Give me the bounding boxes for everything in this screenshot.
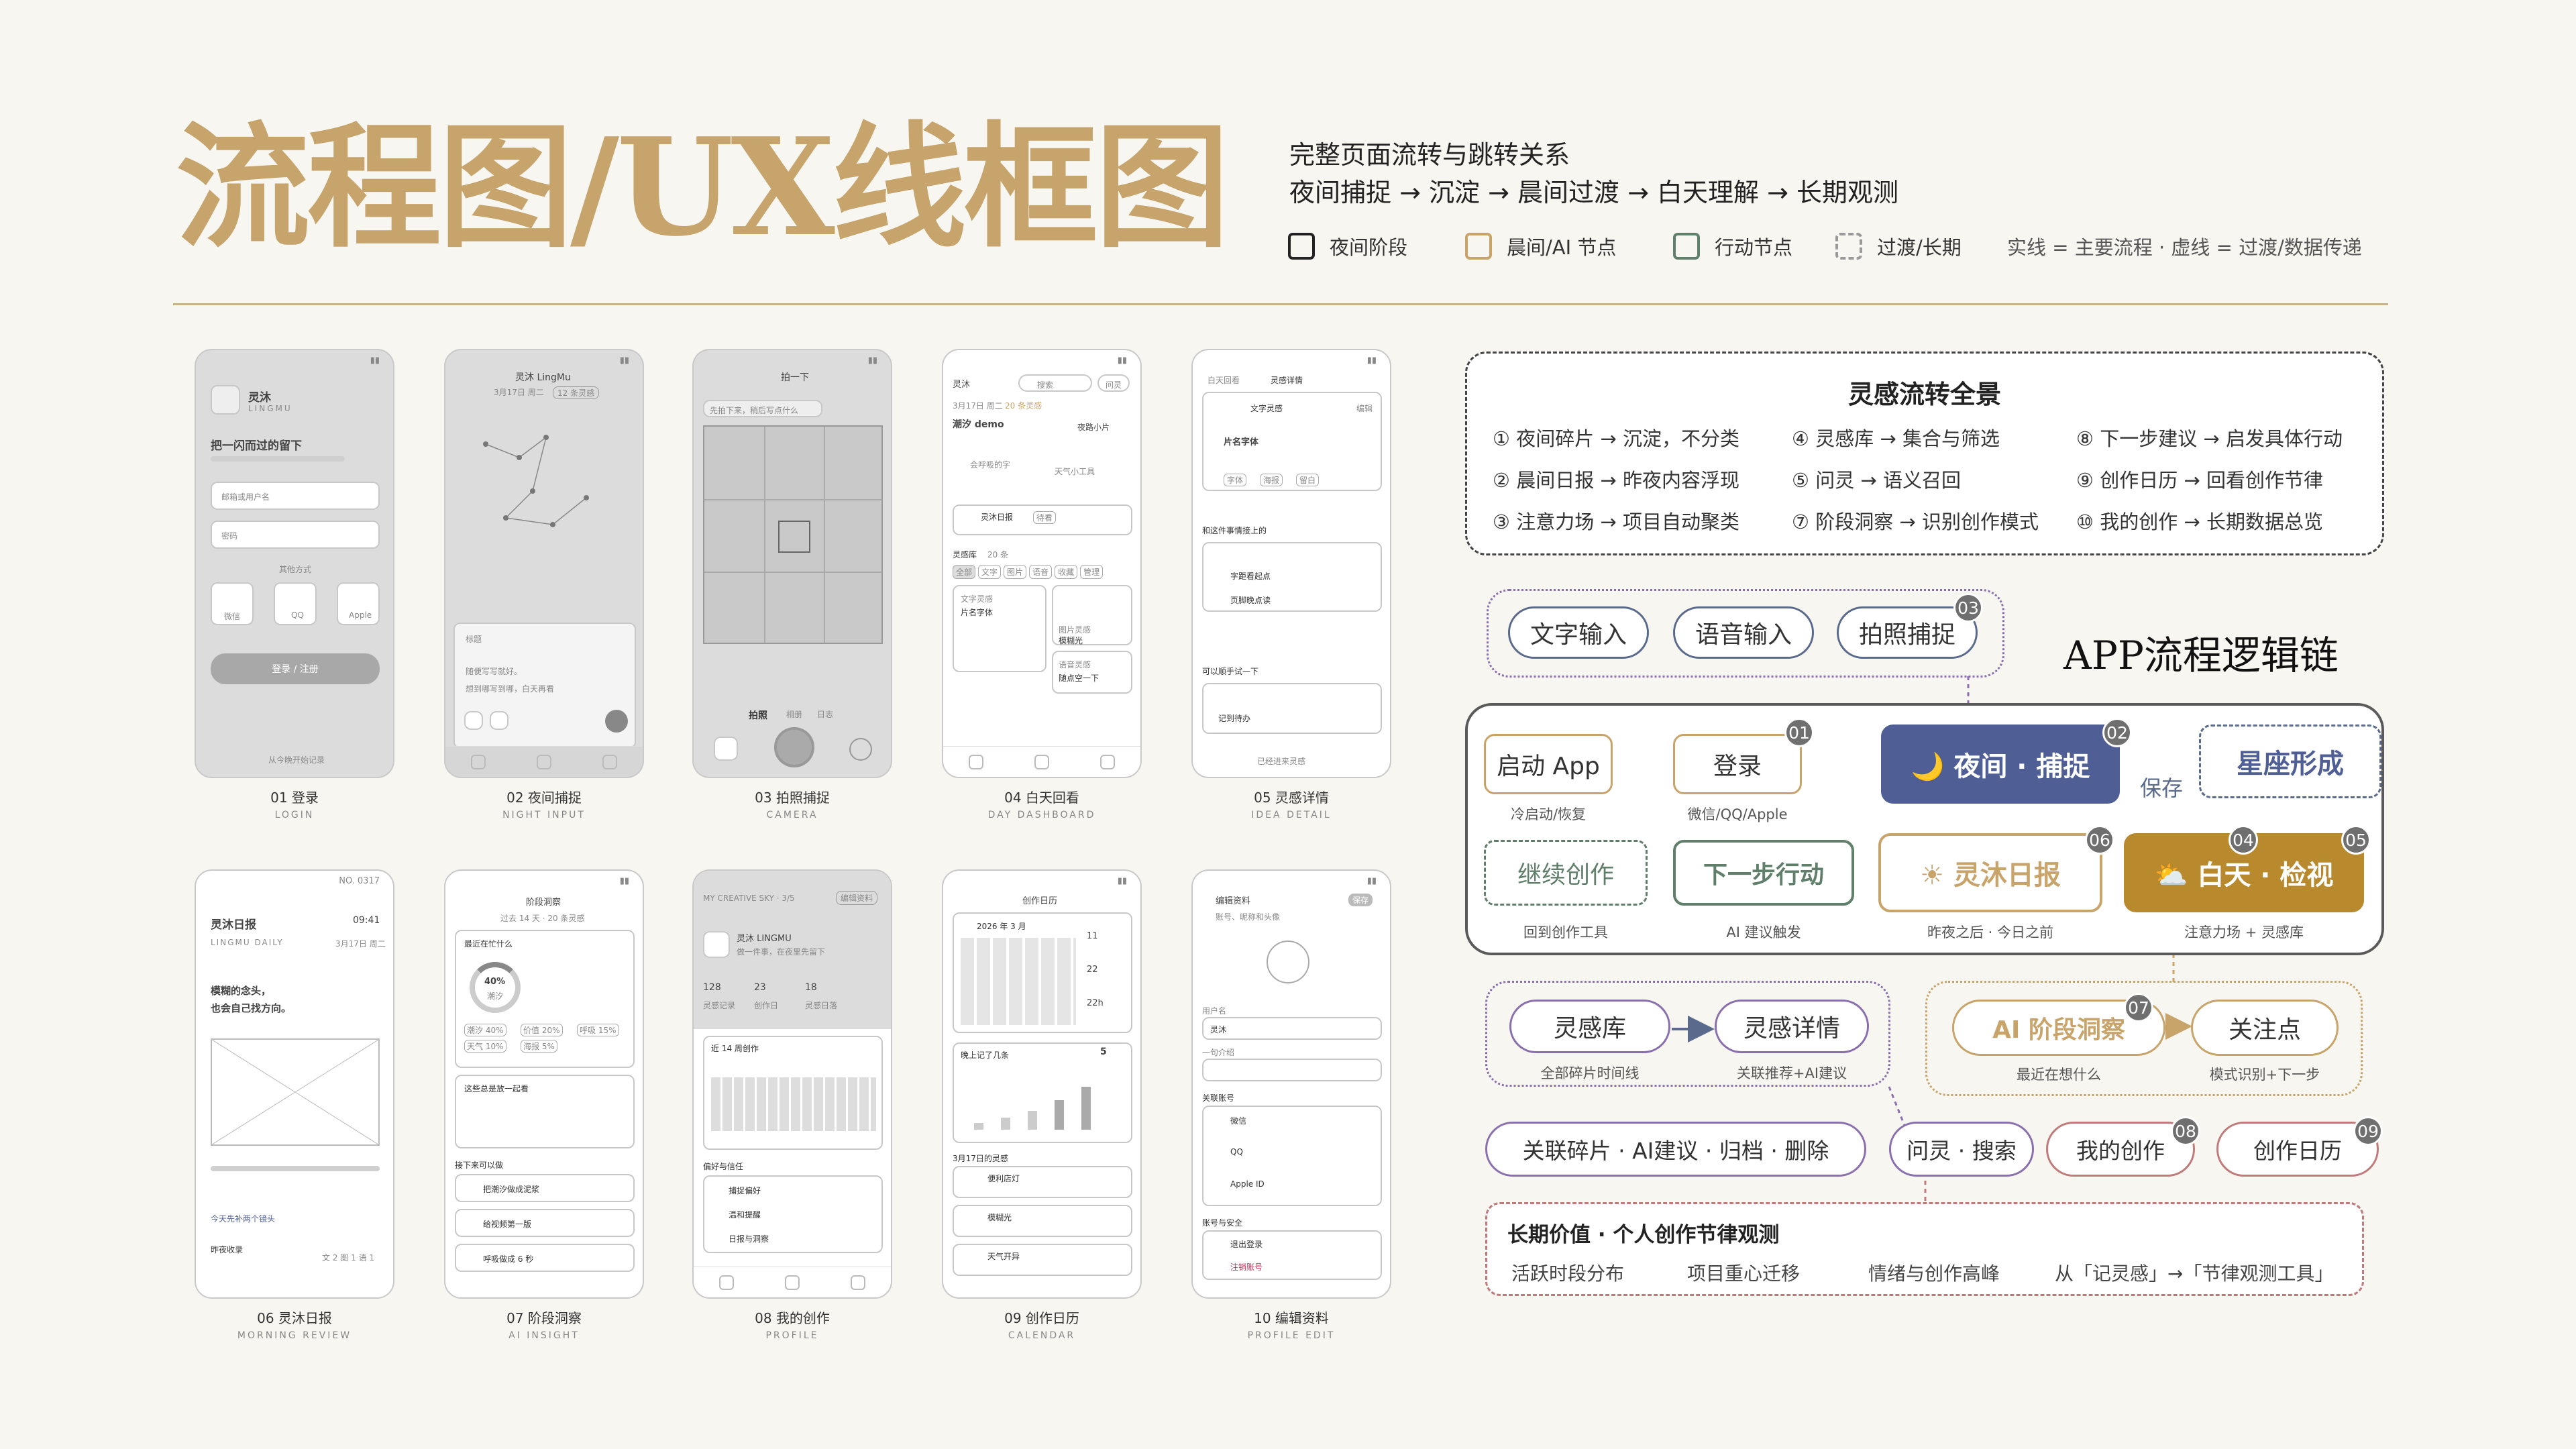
daily-report-node[interactable]: ☀ 灵沐日报	[1878, 833, 2102, 912]
idea-detail-node[interactable]: 灵感详情	[1715, 1000, 1869, 1053]
voice-input-node[interactable]: 语音输入	[1673, 606, 1814, 659]
continue-node[interactable]: 继续创作	[1484, 840, 1648, 906]
focus-node[interactable]: 关注点	[2191, 1000, 2339, 1056]
next-action-caption: AI 建议触发	[1726, 924, 1801, 941]
next-action-node[interactable]: 下一步行动	[1673, 840, 1854, 906]
ask-search-node[interactable]: 问灵 · 搜索	[1889, 1122, 2034, 1177]
login-caption: 微信/QQ/Apple	[1687, 806, 1788, 822]
library-caption: 全部碎片时间线	[1540, 1065, 1640, 1081]
badge-08: 08	[2171, 1116, 2200, 1146]
start-app-caption: 冷启动/恢复	[1510, 806, 1587, 822]
badge-09: 09	[2353, 1116, 2383, 1146]
chain-title: APP流程逻辑链	[2063, 633, 2339, 678]
ops-node[interactable]: 关联碎片 · AI建议 · 归档 · 删除	[1485, 1122, 1866, 1177]
idea-detail-caption: 关联推荐+AI建议	[1736, 1065, 1847, 1081]
badge-04: 04	[2229, 825, 2258, 855]
long-term-item: 从「记灵感」→「节律观测工具」	[2055, 1263, 2334, 1285]
long-term-item: 活跃时段分布	[1511, 1263, 1625, 1285]
continue-caption: 回到创作工具	[1523, 924, 1608, 941]
badge-02: 02	[2102, 718, 2132, 747]
ai-insight-caption: 最近在想什么	[2017, 1067, 2101, 1083]
daily-report-caption: 昨夜之后 · 今日之前	[1927, 924, 2054, 941]
night-capture-node[interactable]: 🌙 夜间 · 捕捉	[1881, 724, 2120, 804]
constellation-node[interactable]: 星座形成	[2199, 724, 2381, 798]
badge-06: 06	[2085, 825, 2114, 855]
long-term-panel: 长期价值 · 个人创作节律观测 活跃时段分布 项目重心迁移 情绪与创作高峰 从「…	[1485, 1202, 2364, 1296]
login-node[interactable]: 登录	[1673, 734, 1802, 794]
badge-07: 07	[2124, 993, 2153, 1022]
text-input-node[interactable]: 文字输入	[1508, 606, 1649, 659]
library-node[interactable]: 灵感库	[1509, 1000, 1670, 1053]
long-term-item: 情绪与创作高峰	[1868, 1263, 2000, 1285]
start-app-node[interactable]: 启动 App	[1484, 734, 1613, 794]
long-term-item: 项目重心迁移	[1687, 1263, 1801, 1285]
save-label: 保存	[2140, 775, 2184, 801]
badge-05: 05	[2341, 825, 2371, 855]
long-term-title: 长期价值 · 个人创作节律观测	[1507, 1223, 1780, 1247]
badge-03: 03	[1953, 593, 1983, 623]
day-review-caption: 注意力场 + 灵感库	[2184, 924, 2304, 941]
focus-caption: 模式识别+下一步	[2209, 1067, 2320, 1083]
badge-01: 01	[1784, 718, 1814, 747]
